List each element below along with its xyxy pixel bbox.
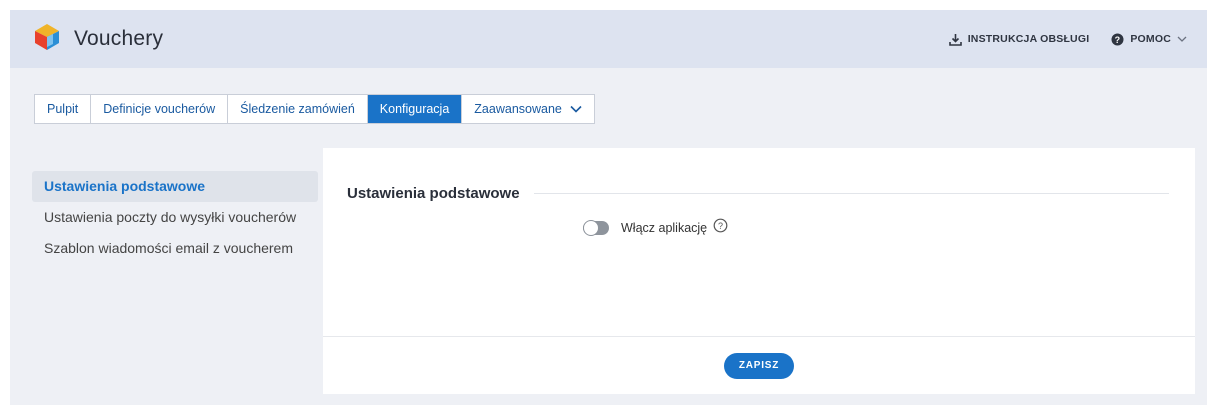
tab-configuration[interactable]: Konfiguracja	[367, 95, 463, 123]
enable-app-toggle[interactable]	[583, 220, 609, 236]
top-bar: Vouchery INSTRUKCJA OBSŁUGI ? POMOC	[10, 10, 1207, 68]
help-label: POMOC	[1130, 33, 1171, 45]
tab-advanced[interactable]: Zaawansowane	[462, 95, 594, 123]
divider	[533, 193, 1169, 194]
help-menu[interactable]: ? POMOC	[1111, 33, 1187, 46]
panel-title: Ustawienia podstawowe	[347, 185, 520, 202]
panel-header: Ustawienia podstawowe	[347, 185, 1169, 202]
sidebar-item-basic-settings[interactable]: Ustawienia podstawowe	[32, 171, 318, 202]
svg-text:?: ?	[718, 221, 723, 231]
settings-panel: Ustawienia podstawowe Włącz aplikację ? …	[323, 148, 1195, 394]
tab-order-tracking[interactable]: Śledzenie zamówień	[228, 95, 368, 123]
download-icon	[948, 33, 962, 46]
manual-label: INSTRUKCJA OBSŁUGI	[967, 33, 1090, 45]
main-tabs: Pulpit Definicje voucherów Śledzenie zam…	[34, 94, 595, 124]
panel-footer: ZAPISZ	[323, 336, 1195, 394]
chevron-down-icon	[570, 95, 582, 123]
header-actions: INSTRUKCJA OBSŁUGI ? POMOC	[948, 10, 1187, 68]
app-frame: Vouchery INSTRUKCJA OBSŁUGI ? POMOC Pulp…	[10, 10, 1207, 405]
svg-text:?: ?	[1115, 34, 1121, 44]
question-circle-icon[interactable]: ?	[713, 218, 728, 238]
question-circle-icon: ?	[1111, 33, 1124, 46]
brand[interactable]: Vouchery	[32, 22, 163, 57]
sidebar-item-mail-settings[interactable]: Ustawienia poczty do wysyłki voucherów	[32, 202, 318, 233]
app-title: Vouchery	[74, 27, 164, 50]
cube-logo-icon	[32, 22, 62, 57]
enable-app-label: Włącz aplikację	[621, 221, 708, 235]
save-button[interactable]: ZAPISZ	[723, 352, 795, 379]
toggle-knob	[583, 220, 599, 236]
tab-pulpit[interactable]: Pulpit	[35, 95, 92, 123]
chevron-down-icon	[1177, 36, 1187, 43]
settings-sidebar: Ustawienia podstawowe Ustawienia poczty …	[32, 171, 318, 264]
enable-app-row: Włącz aplikację ?	[583, 218, 728, 238]
manual-link[interactable]: INSTRUKCJA OBSŁUGI	[948, 33, 1090, 46]
tab-voucher-definitions[interactable]: Definicje voucherów	[91, 95, 229, 123]
sidebar-item-email-template[interactable]: Szablon wiadomości email z voucherem	[32, 233, 318, 264]
